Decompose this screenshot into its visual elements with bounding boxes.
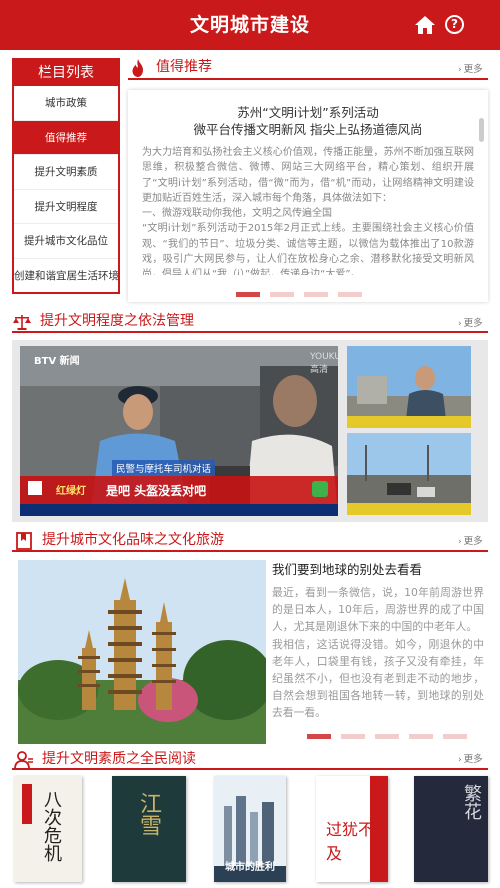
recommend-article-subtitle: 微平台传播文明新风 指尖上弘扬道德风尚 (193, 122, 423, 137)
side-video-scene-1 (347, 346, 471, 428)
law-divider (12, 331, 488, 333)
recommend-heading-label: 值得推荐 (156, 59, 212, 75)
book-cover-5[interactable]: 繁花 (414, 776, 488, 882)
book-cover-2[interactable]: 江雪 (112, 776, 186, 882)
recommend-more-link[interactable]: › 更多 (458, 64, 483, 76)
sidebar-item-cultural-taste[interactable]: 提升城市文化品位 (14, 224, 118, 259)
video-brand: 红绿灯 (56, 486, 86, 497)
travel-heading-label: 提升城市文化品味之文化旅游 (42, 532, 224, 548)
travel-article-image[interactable] (18, 560, 266, 744)
sidebar-item-civilized-level[interactable]: 提升文明程度 (14, 190, 118, 224)
law-heading-label: 提升文明程度之依法管理 (40, 313, 194, 329)
column-list-sidebar: 栏目列表 城市政策 值得推荐 提升文明素质 提升文明程度 提升城市文化品位 创建… (12, 58, 120, 294)
carousel-dot[interactable] (375, 734, 399, 739)
qr-code-icon (28, 481, 42, 495)
carousel-dot[interactable] (304, 292, 328, 297)
video-caption-main: 是吧 头盔没丢对吧 (106, 484, 207, 498)
sidebar-title: 栏目列表 (14, 60, 118, 86)
side-video-scene-2 (347, 433, 471, 515)
law-heading: 提升文明程度之依法管理 (12, 311, 488, 333)
side-video-thumbnail-1[interactable] (347, 346, 471, 428)
book-title-5: 繁花 (461, 784, 482, 820)
travel-divider (12, 550, 488, 552)
flame-icon (132, 59, 143, 77)
recommend-article-body: 为大力培育和弘扬社会主义核心价值观，传播正能量，苏州不断加强互联网思维，积极整合… (142, 147, 474, 275)
pagoda-scene (18, 560, 266, 744)
travel-article-body: 最近，看到一条微信，说，10年前周游世界的是日本人，10年后，周游世界的成了中国… (272, 586, 484, 720)
carousel-dot[interactable] (409, 734, 433, 739)
wechat-icon (312, 481, 328, 497)
book-cover-4[interactable]: 过犹不及 (316, 776, 388, 882)
video-news-ticker (20, 504, 338, 516)
recommend-divider (128, 78, 488, 80)
video-watermark: YOUKU 高清 (310, 352, 338, 375)
reading-more-link[interactable]: › 更多 (458, 754, 483, 766)
carousel-dot[interactable] (443, 734, 467, 739)
side-video-thumbnail-2[interactable] (347, 433, 471, 515)
carousel-dot[interactable] (338, 292, 362, 297)
carousel-dot[interactable] (307, 734, 331, 739)
main-video-thumbnail[interactable]: BTV 新闻 YOUKU 高清 民警与摩托车司机对话 红绿灯 是吧 头盔没丢对吧 (20, 346, 338, 516)
scales-icon (13, 315, 31, 330)
book-1-decor (22, 784, 32, 824)
recommend-carousel-dots (236, 292, 362, 297)
recommend-article-card[interactable]: 苏州“文明i计划”系列活动 微平台传播文明新风 指尖上弘扬道德风尚 为大力培育和… (128, 90, 488, 302)
app-header: 文明城市建设 ? (0, 0, 500, 50)
book-title-1: 八次危机 (41, 790, 62, 862)
video-channel-logo: BTV 新闻 (34, 356, 80, 367)
reader-icon (14, 751, 33, 770)
recommend-heading: 值得推荐 (128, 57, 488, 79)
carousel-dot[interactable] (236, 292, 260, 297)
bookmark-icon (16, 532, 32, 550)
home-icon[interactable] (413, 13, 437, 37)
book-cover-3[interactable]: 城市的胜利 (214, 776, 286, 882)
book-4-spine (370, 776, 388, 882)
sidebar-item-recommend[interactable]: 值得推荐 (14, 120, 118, 155)
sidebar-item-civilized-quality[interactable]: 提升文明素质 (14, 155, 118, 190)
law-more-link[interactable]: › 更多 (458, 318, 483, 330)
travel-more-link[interactable]: › 更多 (458, 536, 483, 548)
book-title-2: 江雪 (136, 792, 161, 836)
reading-divider (12, 768, 488, 770)
sidebar-item-city-policy[interactable]: 城市政策 (14, 86, 118, 121)
recommend-scrollbar[interactable] (479, 118, 484, 142)
video-caption-top: 民警与摩托车司机对话 (112, 460, 216, 476)
travel-article-title[interactable]: 我们要到地球的别处去看看 (272, 561, 422, 579)
sidebar-item-livable-environment[interactable]: 创建和谐宜居生活环境 (14, 259, 119, 294)
carousel-dot[interactable] (341, 734, 365, 739)
carousel-dot[interactable] (270, 292, 294, 297)
recommend-article-title: 苏州“文明i计划”系列活动 (237, 105, 379, 120)
help-icon[interactable]: ? (445, 15, 464, 34)
travel-carousel-dots (307, 734, 467, 739)
travel-heading: 提升城市文化品味之文化旅游 (14, 530, 488, 552)
book-cover-1[interactable]: 八次危机 (14, 776, 82, 882)
reading-heading-label: 提升文明素质之全民阅读 (42, 751, 196, 767)
book-title-3: 城市的胜利 (225, 862, 275, 873)
